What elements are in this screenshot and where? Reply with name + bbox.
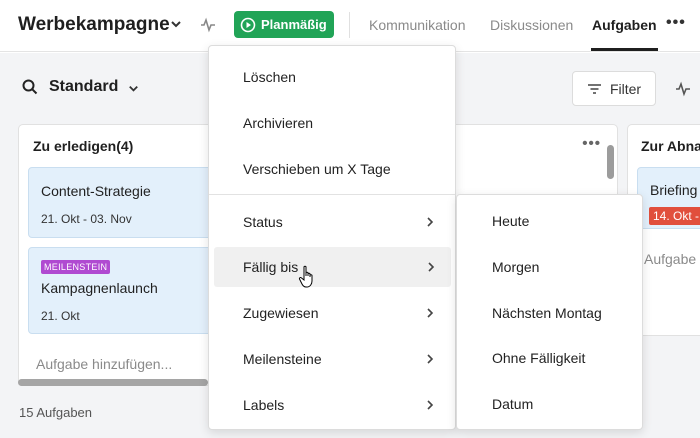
chevron-right-icon (427, 308, 434, 318)
column-more-icon[interactable]: ••• (582, 135, 601, 152)
card-title: Kampagnenlaunch (41, 280, 158, 296)
menu-item-archive[interactable]: Archivieren (209, 103, 455, 143)
chevron-down-icon[interactable] (127, 82, 140, 95)
tab-kommunikation[interactable]: Kommunikation (369, 17, 466, 33)
add-task-link[interactable]: Aufgabe hinzufügen... (36, 356, 172, 372)
search-icon[interactable] (22, 79, 38, 95)
view-selector[interactable]: Standard (49, 78, 118, 96)
menu-item-assigned[interactable]: Zugewiesen (209, 293, 455, 333)
submenu-item-today[interactable]: Heute (492, 213, 529, 229)
submenu-item-date[interactable]: Datum (492, 396, 533, 412)
chevron-right-icon (427, 217, 434, 227)
more-options-icon[interactable]: ••• (666, 14, 686, 32)
status-label: Planmäßig (261, 17, 327, 32)
active-tab-indicator (591, 48, 658, 51)
menu-item-label: Zugewiesen (243, 305, 319, 321)
submenu-item-no-due-date[interactable]: Ohne Fälligkeit (492, 350, 585, 366)
tab-diskussionen[interactable]: Diskussionen (490, 17, 573, 33)
menu-item-label: Verschieben um X Tage (243, 161, 391, 177)
task-card[interactable]: Content-Strategie 21. Okt - 03. Nov (28, 167, 228, 238)
menu-item-status[interactable]: Status (209, 202, 455, 242)
due-date-submenu: Heute Morgen Nächsten Montag Ohne Fällig… (456, 194, 643, 430)
project-title[interactable]: Werbekampagne (18, 14, 170, 36)
status-badge[interactable]: Planmäßig (234, 11, 334, 38)
menu-item-due-date[interactable]: Fällig bis (214, 247, 451, 287)
submenu-item-next-monday[interactable]: Nächsten Montag (492, 305, 602, 321)
column-title: Zur Abna (641, 138, 700, 154)
overdue-date-badge: 14. Okt - (649, 207, 700, 225)
filter-icon (587, 83, 601, 94)
play-circle-icon (240, 17, 256, 32)
column-scrollbar[interactable] (607, 145, 614, 179)
chevron-right-icon (428, 262, 435, 272)
menu-divider (209, 194, 455, 195)
menu-item-label: Archivieren (243, 115, 314, 131)
menu-item-label: Löschen (243, 69, 296, 85)
activity-icon[interactable] (675, 81, 691, 97)
header-divider (349, 12, 350, 38)
menu-item-label: Meilensteine (243, 351, 322, 367)
add-task-link[interactable]: Aufgabe (644, 251, 696, 267)
menu-item-label: Status (243, 214, 283, 230)
hand-cursor-icon (298, 265, 313, 288)
menu-item-delete[interactable]: Löschen (209, 57, 455, 97)
menu-item-shift-days[interactable]: Verschieben um X Tage (209, 149, 455, 189)
task-card[interactable]: MEILENSTEIN Kampagnenlaunch 21. Okt (28, 247, 228, 334)
chevron-down-icon[interactable] (169, 17, 183, 31)
task-count: 15 Aufgaben (19, 405, 93, 420)
filter-button[interactable]: Filter (572, 71, 656, 106)
menu-item-label: Labels (243, 397, 285, 413)
tab-aufgaben[interactable]: Aufgaben (592, 17, 657, 33)
card-title: Content-Strategie (41, 183, 151, 199)
card-date: 21. Okt - 03. Nov (41, 212, 132, 226)
chevron-right-icon (427, 354, 434, 364)
activity-icon[interactable] (200, 17, 216, 33)
submenu-item-tomorrow[interactable]: Morgen (492, 259, 539, 275)
filter-label: Filter (609, 80, 642, 97)
menu-item-labels[interactable]: Labels (209, 385, 455, 425)
task-context-menu: Löschen Archivieren Verschieben um X Tag… (208, 45, 456, 430)
chevron-right-icon (427, 400, 434, 410)
card-date: 21. Okt (41, 309, 80, 323)
card-title: Briefing (650, 182, 698, 198)
menu-item-label: Fällig bis (243, 259, 299, 275)
milestone-badge: MEILENSTEIN (41, 260, 111, 274)
menu-item-milestones[interactable]: Meilensteine (209, 339, 455, 379)
board-horizontal-scrollbar[interactable] (18, 379, 208, 386)
column-title: Zu erledigen(4) (33, 138, 134, 154)
